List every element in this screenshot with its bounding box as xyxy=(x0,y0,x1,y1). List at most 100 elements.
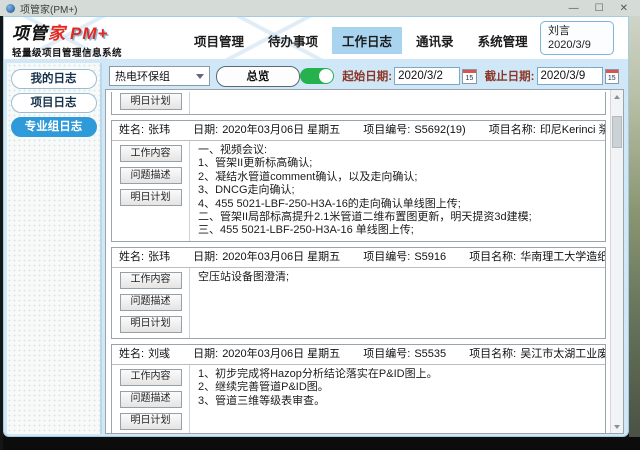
name-label: 姓名: xyxy=(119,251,144,263)
log-entry: 姓名: 张玮 日期: 2020年03月06日 星期五 项目编号: S5916 项目名称… xyxy=(111,247,606,339)
date-label: 日期: xyxy=(193,124,218,136)
overview-button[interactable]: 总览 xyxy=(216,66,301,87)
entry-content: 1、初步完成将Hazop分析结论落实在P&ID图上。2、继续完善管道P&ID图。… xyxy=(190,365,605,433)
sidebar-item-专业组日志[interactable]: 专业组日志 xyxy=(11,117,97,137)
section-button[interactable]: 明日计划 xyxy=(120,316,182,333)
brand-suffix: PM+ xyxy=(70,24,108,43)
user-name: 刘言 xyxy=(548,24,606,38)
date-value: 2020年03月06日 星期五 xyxy=(222,251,340,263)
section-button[interactable]: 问题描述 xyxy=(120,167,182,184)
group-select-dropdown[interactable]: 热电环保组 xyxy=(109,66,210,86)
project-no-label: 项目编号: xyxy=(363,251,410,263)
content-line: 4、455 5021-LBF-250-H3A-16的走向确认单线图上传; xyxy=(198,198,597,211)
group-select-value: 热电环保组 xyxy=(115,68,170,84)
calendar-icon[interactable]: 15 xyxy=(605,69,620,84)
content-line: 二、管架II局部标高提升2.1米管道二维布置图更新，明天提资3d建模; xyxy=(198,211,597,224)
maximize-button[interactable]: ☐ xyxy=(595,3,604,14)
content-line: 空压站设备图澄清; xyxy=(198,271,597,284)
project-no-value: S5692(19) xyxy=(414,124,465,136)
section-button[interactable]: 明日计划 xyxy=(120,413,182,430)
calendar-icon[interactable]: 15 xyxy=(462,69,477,84)
section-button[interactable]: 明日计划 xyxy=(120,189,182,206)
date-value: 2020年03月06日 星期五 xyxy=(222,348,340,360)
section-buttons: 工作内容问题描述明日计划 xyxy=(112,141,190,241)
scroll-down-icon[interactable] xyxy=(611,420,623,433)
nav-tabs: 项目管理待办事项工作日志通讯录系统管理 xyxy=(184,27,538,54)
toolbar: 热电环保组 总览 起始日期: 15 截止日期: 15 xyxy=(105,63,623,89)
content-line: 三、455 5021-LBF-250-H3A-16 单线图上传; xyxy=(198,224,597,237)
start-date-input[interactable] xyxy=(394,67,460,85)
content-line: 一、视频会议: xyxy=(198,144,597,157)
app-window: 项管家PM+ 轻量级项目管理信息系统 项目管理待办事项工作日志通讯录系统管理 刘… xyxy=(3,16,629,437)
minimize-button[interactable]: — xyxy=(569,3,579,14)
window-title: 项管家(PM+) xyxy=(20,1,78,16)
end-date-label: 截止日期: xyxy=(485,68,535,84)
sidebar: 我的日志项目日志专业组日志 xyxy=(7,63,102,434)
content-line: 3、DNCG走向确认; xyxy=(198,184,597,197)
section-buttons: 工作内容问题描述明日计划 xyxy=(112,365,190,433)
date-label: 日期: xyxy=(193,251,218,263)
nav-tab[interactable]: 通讯录 xyxy=(406,27,464,54)
section-button[interactable]: 工作内容 xyxy=(120,145,182,162)
app-header: 项管家PM+ 轻量级项目管理信息系统 项目管理待办事项工作日志通讯录系统管理 刘… xyxy=(4,17,628,59)
project-name-value: 吴江市太湖工业废弃物处理有限公 xyxy=(520,348,605,360)
content-line: 2、凝结水管道comment确认，以及走向确认; xyxy=(198,171,597,184)
entry-header: 姓名:张玮 日期:2020年03月06日 星期五 项目编号:S5692(19) … xyxy=(112,121,605,141)
section-button[interactable]: 问题描述 xyxy=(120,294,182,311)
project-name-label: 项目名称: xyxy=(469,251,516,263)
date-filter-toggle[interactable] xyxy=(300,68,334,84)
log-entry: 姓名:张玮 日期:2020年03月06日 星期五 项目编号:S5692(19) … xyxy=(111,120,606,242)
sidebar-item-项目日志[interactable]: 项目日志 xyxy=(11,93,97,113)
section-button[interactable]: 明日计划 xyxy=(120,93,182,110)
section-button[interactable]: 问题描述 xyxy=(120,391,182,408)
entry-content: 空压站设备图澄清; xyxy=(190,268,605,338)
entry-body: 工作内容问题描述明日计划 1、初步完成将Hazop分析结论落实在P&ID图上。2… xyxy=(112,365,605,433)
brand-text: 项管 xyxy=(12,24,48,43)
end-date-input[interactable] xyxy=(537,67,603,85)
project-name-value: 印尼Kerinci 浆厂 xyxy=(540,124,605,136)
vertical-scrollbar[interactable] xyxy=(610,90,623,433)
toggle-knob xyxy=(319,69,333,83)
app-icon xyxy=(6,4,15,13)
desktop-wallpaper-right xyxy=(629,16,640,450)
entry-header: 姓名:刘彧 日期:2020年03月06日 星期五 项目编号:S5535 项目名称… xyxy=(112,345,605,365)
nav-tab[interactable]: 系统管理 xyxy=(468,27,538,54)
content-line: 2、继续完善管道P&ID图。 xyxy=(198,381,597,394)
app-logo: 项管家PM+ 轻量级项目管理信息系统 xyxy=(12,19,122,59)
partial-log-entry: 明日计划 xyxy=(111,92,606,115)
name-value: 张玮 xyxy=(148,251,170,263)
project-name-label: 项目名称: xyxy=(489,124,536,136)
scroll-up-icon[interactable] xyxy=(611,90,623,103)
name-value: 刘彧 xyxy=(148,348,170,360)
section-buttons: 工作内容问题描述明日计划 xyxy=(112,268,190,338)
entry-body: 工作内容问题描述明日计划 一、视频会议:1、管架II更新标高确认;2、凝结水管道… xyxy=(112,141,605,241)
name-label: 姓名: xyxy=(119,348,144,360)
nav-tab[interactable]: 项目管理 xyxy=(184,27,254,54)
nav-tab[interactable]: 工作日志 xyxy=(332,27,402,54)
section-button[interactable]: 工作内容 xyxy=(120,272,182,289)
scrollbar-thumb[interactable] xyxy=(612,116,622,148)
entry-header: 姓名: 张玮 日期: 2020年03月06日 星期五 项目编号: S5916 项目名称… xyxy=(112,248,605,268)
nav-tab[interactable]: 待办事项 xyxy=(258,27,328,54)
project-no-value: S5535 xyxy=(414,348,446,360)
date-value: 2020年03月06日 星期五 xyxy=(222,124,340,136)
name-label: 姓名: xyxy=(119,124,144,136)
project-name-label: 项目名称: xyxy=(469,348,516,360)
app-subtitle: 轻量级项目管理信息系统 xyxy=(12,45,122,59)
name-value: 张玮 xyxy=(148,124,170,136)
user-info-box[interactable]: 刘言 2020/3/9 xyxy=(540,21,614,55)
content-line: 1、初步完成将Hazop分析结论落实在P&ID图上。 xyxy=(198,368,597,381)
chevron-down-icon xyxy=(196,74,204,79)
log-list-panel: 明日计划 姓名: 张玮 日期: 2020年03月06日 星期五 项目编号: S5692… xyxy=(105,89,624,434)
title-bar: 项管家(PM+) — ☐ ✕ xyxy=(0,0,640,16)
sidebar-item-我的日志[interactable]: 我的日志 xyxy=(11,69,97,89)
entry-body: 工作内容问题描述明日计划 空压站设备图澄清; xyxy=(112,268,605,338)
section-button[interactable]: 工作内容 xyxy=(120,369,182,386)
close-button[interactable]: ✕ xyxy=(620,3,628,14)
project-no-value: S5916 xyxy=(414,251,446,263)
log-entry: 姓名:刘彧 日期:2020年03月06日 星期五 项目编号:S5535 项目名称… xyxy=(111,344,606,433)
screen: 项管家(PM+) — ☐ ✕ 项管家PM+ 轻量级项目管理信息系统 项目管理待办… xyxy=(0,0,640,450)
user-date: 2020/3/9 xyxy=(548,38,606,52)
log-list-entries: 明日计划 姓名: 张玮 日期: 2020年03月06日 星期五 项目编号: S5692… xyxy=(106,90,610,433)
project-no-label: 项目编号: xyxy=(363,348,410,360)
